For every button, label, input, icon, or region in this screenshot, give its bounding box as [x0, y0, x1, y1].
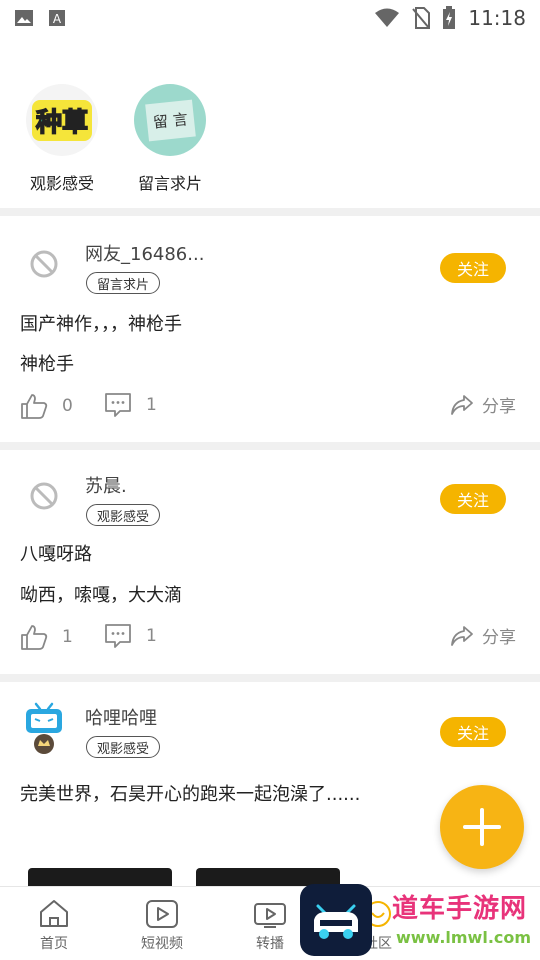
- follow-button[interactable]: 关注: [440, 253, 506, 283]
- avatar[interactable]: [22, 474, 66, 518]
- post-text: 完美世界，石昊开心的跑来一起泡澡了......: [20, 784, 361, 805]
- topic-guanying[interactable]: 种草 观影感受: [20, 84, 104, 194]
- topic-label: 留言求片: [137, 174, 202, 193]
- share-button[interactable]: 分享: [450, 623, 516, 648]
- no-avatar-icon: [30, 250, 58, 278]
- tab-label: 首页: [40, 936, 68, 952]
- topic-label: 观影感受: [29, 174, 94, 193]
- thumbs-up-icon: [21, 394, 48, 419]
- status-bar: A 11:18: [0, 0, 540, 36]
- status-time: 11:18: [468, 6, 526, 30]
- post-tag[interactable]: 观影感受: [86, 504, 161, 526]
- section-divider: [0, 208, 540, 216]
- post-text: 神枪手: [20, 354, 74, 375]
- comment-button[interactable]: 1: [104, 623, 157, 649]
- follow-button[interactable]: 关注: [440, 717, 506, 747]
- comment-count: 1: [146, 626, 157, 646]
- battery-charging-icon: [443, 6, 456, 29]
- post-text: 八嘎呀路: [20, 544, 92, 565]
- car-logo-icon: [314, 904, 358, 939]
- watermark-logo: [300, 884, 372, 956]
- video-thumbnail[interactable]: [28, 868, 172, 886]
- post-text: 呦西，嗦嘎，大大滴: [20, 585, 182, 606]
- tab-label: 短视频: [141, 936, 183, 952]
- font-notification-icon: A: [49, 10, 65, 26]
- post-actions: 0 1 分享: [0, 392, 540, 426]
- tab-short-video[interactable]: 短视频: [122, 899, 202, 953]
- avatar[interactable]: [22, 702, 66, 754]
- avatar[interactable]: [22, 242, 66, 286]
- add-post-button[interactable]: [440, 785, 524, 869]
- comment-icon: [105, 393, 131, 417]
- image-notification-icon: [15, 10, 33, 26]
- like-button[interactable]: 1: [20, 623, 73, 651]
- tab-home[interactable]: 首页: [14, 899, 94, 953]
- post-card: 苏晨. 观影感受 关注 八嘎呀路 呦西，嗦嘎，大大滴 1 1 分享: [0, 450, 540, 676]
- topic-image-zhongcao: 种草: [26, 84, 98, 156]
- topic-badge-text: 留 言: [144, 99, 196, 141]
- username[interactable]: 苏晨.: [85, 472, 127, 498]
- topic-row: 种草 观影感受 留 言 留言求片: [20, 84, 212, 194]
- topic-badge-text: 种草: [31, 99, 92, 141]
- play-box-icon: [146, 900, 178, 928]
- post-text: 国产神作，，，神枪手: [20, 314, 182, 335]
- username[interactable]: 网友_16486...: [85, 240, 204, 266]
- site-watermark: 道车手游网 www.lmwl.com: [300, 884, 540, 960]
- tv-mascot-icon: [26, 702, 62, 754]
- post-tag[interactable]: 观影感受: [86, 736, 161, 758]
- like-count: 0: [62, 396, 73, 416]
- share-label: 分享: [482, 397, 516, 417]
- tab-label: 转播: [256, 936, 284, 952]
- post-card: 网友_16486... 留言求片 关注 国产神作，，，神枪手 神枪手 0 1 分…: [0, 216, 540, 442]
- share-label: 分享: [482, 628, 516, 648]
- section-divider: [0, 442, 540, 450]
- no-avatar-icon: [30, 482, 58, 510]
- share-arrow-icon: [451, 394, 473, 415]
- share-button[interactable]: 分享: [450, 392, 516, 417]
- topic-image-liuyan: 留 言: [134, 84, 206, 156]
- comment-icon: [105, 624, 131, 648]
- topic-liuyan[interactable]: 留 言 留言求片: [128, 84, 212, 194]
- post-tag[interactable]: 留言求片: [86, 272, 161, 294]
- follow-button[interactable]: 关注: [440, 484, 506, 514]
- watermark-url: www.lmwl.com: [396, 928, 532, 947]
- home-icon: [40, 900, 68, 927]
- tv-play-icon: [254, 903, 286, 928]
- tab-broadcast[interactable]: 转播: [230, 899, 310, 953]
- svg-text:A: A: [53, 12, 62, 26]
- post-actions: 1 1 分享: [0, 623, 540, 657]
- share-arrow-icon: [451, 625, 473, 646]
- username[interactable]: 哈哩哈哩: [85, 704, 157, 730]
- like-button[interactable]: 0: [20, 392, 73, 420]
- section-divider: [0, 674, 540, 682]
- wifi-icon: [375, 8, 400, 27]
- plus-icon: [463, 808, 501, 846]
- comment-count: 1: [146, 395, 157, 415]
- no-sim-icon: [412, 7, 431, 29]
- watermark-title: 道车手游网: [392, 894, 528, 924]
- thumbs-up-icon: [21, 625, 48, 650]
- like-count: 1: [62, 627, 73, 647]
- comment-button[interactable]: 1: [104, 392, 157, 418]
